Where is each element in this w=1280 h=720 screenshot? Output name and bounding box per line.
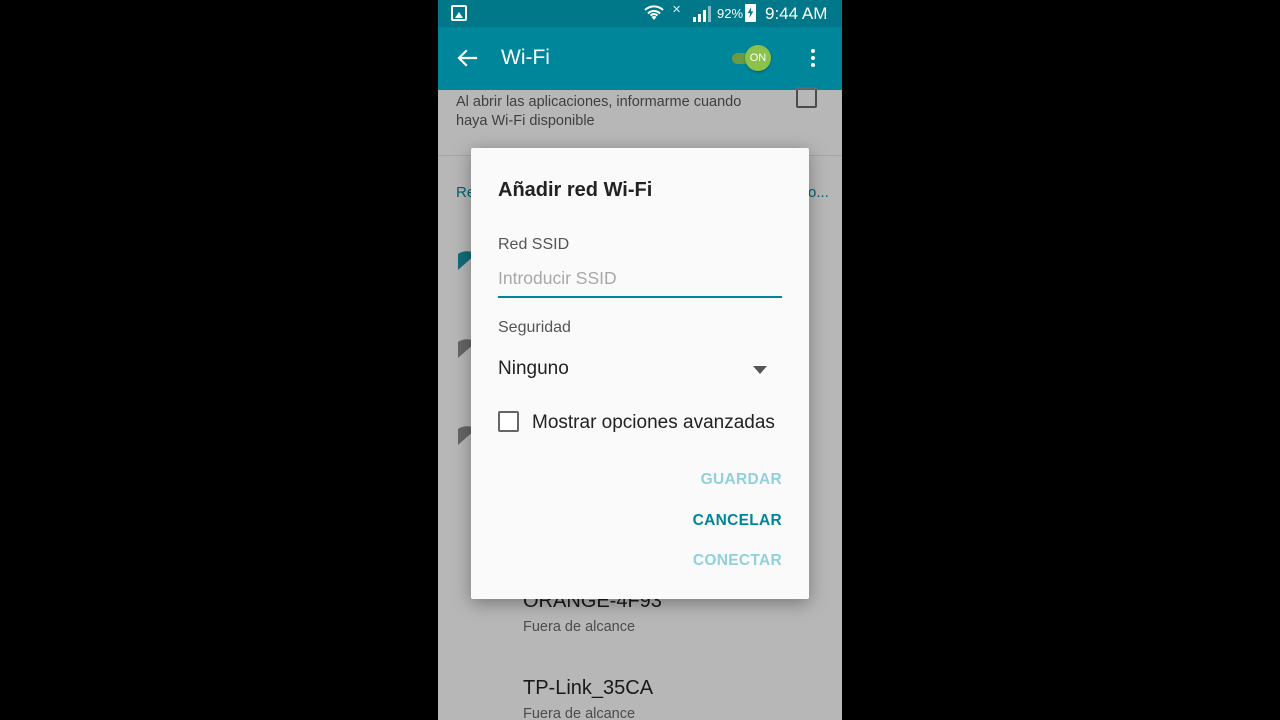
signal-icon [693, 6, 711, 22]
ssid-label: Red SSID [498, 236, 570, 253]
dialog-title: Añadir red Wi-Fi [498, 179, 653, 201]
status-bar: ✕ 92% 9:44 AM [438, 0, 842, 27]
battery-percent: 92% [717, 6, 744, 21]
wifi-toggle[interactable]: ON [730, 45, 774, 71]
advanced-options-row[interactable]: Mostrar opciones avanzadas [498, 410, 798, 436]
toggle-thumb: ON [745, 45, 771, 71]
app-bar: Wi-Fi ON [438, 27, 842, 90]
back-arrow-icon[interactable] [456, 47, 478, 69]
dropdown-arrow-icon [753, 366, 767, 374]
connect-button[interactable]: CONECTAR [693, 552, 782, 570]
ssid-input[interactable] [498, 264, 782, 298]
battery-charging-icon [745, 4, 756, 22]
save-button[interactable]: GUARDAR [701, 471, 782, 489]
clock: 9:44 AM [765, 4, 828, 23]
advanced-options-checkbox[interactable] [498, 411, 519, 432]
more-options-icon[interactable] [810, 49, 816, 69]
advanced-options-label: Mostrar opciones avanzadas [532, 412, 775, 433]
phone-screen: ✕ 92% 9:44 AM Wi-Fi ON Al abrir las apli… [438, 0, 842, 720]
security-label: Seguridad [498, 319, 571, 336]
security-dropdown[interactable]: Ninguno [498, 353, 782, 387]
wifi-icon [644, 5, 664, 20]
image-icon [451, 5, 467, 21]
page-title: Wi-Fi [501, 46, 550, 69]
security-selected-value: Ninguno [498, 358, 569, 379]
cancel-button[interactable]: CANCELAR [693, 512, 782, 530]
add-network-dialog: Añadir red Wi-Fi Red SSID Seguridad Ning… [471, 148, 809, 599]
mute-icon: ✕ [672, 4, 682, 16]
